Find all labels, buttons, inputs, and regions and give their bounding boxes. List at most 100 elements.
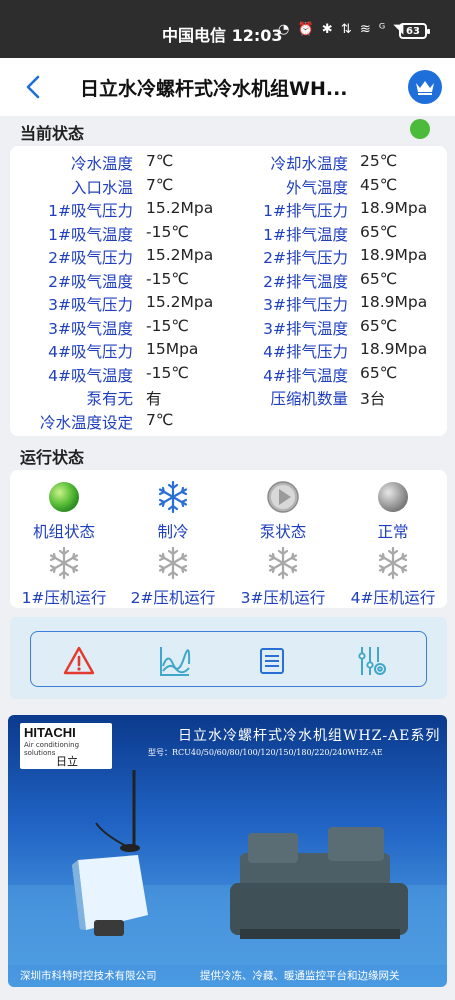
- settings-icon[interactable]: [355, 644, 389, 678]
- play-icon: [267, 481, 299, 513]
- status-row: 2#吸气压力 15.2Mpa 2#排气压力 18.9Mpa: [10, 246, 447, 270]
- banner-model: 型号：RCU40/50/60/80/100/120/150/180/220/24…: [148, 748, 383, 757]
- status-row: 4#吸气压力 15Mpa 4#排气压力 18.9Mpa: [10, 340, 447, 364]
- run-status-compressor-2: 2#压机运行: [118, 546, 228, 608]
- status-value: -15℃: [146, 222, 189, 241]
- status-label: 4#吸气温度: [48, 366, 133, 385]
- status-label: 2#排气压力: [263, 249, 348, 267]
- toolbar: [30, 631, 427, 687]
- status-label: 冷水温度设定: [39, 413, 133, 432]
- run-status-heading: 运行状态: [20, 448, 85, 467]
- status-row: 冷水温度 7℃ 冷却水温度 25℃: [10, 152, 447, 176]
- battery-icon: 63: [399, 23, 430, 39]
- status-value: -15℃: [146, 269, 189, 288]
- snowflake-icon: [158, 480, 188, 514]
- page-title: 日立水冷螺杆式冷水机组WH...: [80, 78, 348, 100]
- status-row: 泵有无有 压缩机数量 3台: [10, 387, 447, 411]
- snowflake-icon: [49, 546, 79, 580]
- crown-button[interactable]: [408, 70, 442, 104]
- run-status-label: 1#压机运行: [21, 589, 107, 607]
- status-value: 7℃: [146, 175, 174, 194]
- status-label: 冷却水温度: [270, 155, 348, 173]
- run-status-compressor-3: 3#压机运行: [228, 546, 338, 608]
- status-label: 4#排气温度: [263, 366, 348, 385]
- run-status-cooling: 制冷: [118, 480, 228, 542]
- status-value: 18.9Mpa: [360, 293, 428, 311]
- status-label: 2#排气温度: [263, 272, 348, 291]
- status-label: 压缩机数量: [270, 390, 348, 408]
- status-value: 18.9Mpa: [360, 340, 428, 358]
- status-value: 15.2Mpa: [146, 199, 214, 217]
- status-value: 65℃: [360, 222, 398, 241]
- status-label: 外气温度: [285, 178, 348, 197]
- status-icons: ◔ ⏰ ✱ ⇅ ≋ ᴳ ◥: [278, 22, 406, 37]
- app-header: 日立水冷螺杆式冷水机组WH...: [0, 58, 455, 116]
- banner-footer-right: 提供冷冻、冷藏、暖通监控平台和边缘网关: [200, 970, 400, 982]
- status-value: 18.9Mpa: [360, 199, 428, 217]
- status-time: 中国电信 12:03: [162, 26, 283, 45]
- run-status-label: 制冷: [157, 523, 189, 541]
- status-value: -15℃: [146, 316, 189, 335]
- chart-icon[interactable]: [158, 644, 192, 678]
- online-indicator-icon: [410, 119, 430, 139]
- status-label: 4#吸气压力: [48, 343, 133, 361]
- toolbar-card: [10, 617, 447, 699]
- list-icon[interactable]: [255, 644, 289, 678]
- back-icon[interactable]: [24, 74, 44, 100]
- status-label: 入口水温: [70, 178, 133, 197]
- current-status-card: 冷水温度 7℃ 冷却水温度 25℃ 入口水温 7℃ 外气温度 45℃ 1#吸气压力 15.2Mpa…: [10, 146, 447, 436]
- status-row: 4#吸气温度 -15℃ 4#排气温度 65℃: [10, 364, 447, 388]
- status-value: 25℃: [360, 152, 398, 170]
- crown-icon: [416, 81, 434, 95]
- status-label: 3#吸气压力: [48, 296, 133, 314]
- run-status-compressor-1: 1#压机运行: [9, 546, 119, 608]
- status-value: 有: [146, 390, 162, 408]
- status-label: 3#吸气温度: [48, 319, 133, 338]
- hitachi-logo: HITACHI Air conditioning solutions 日立: [20, 723, 112, 769]
- status-row: 1#吸气压力 15.2Mpa 1#排气压力 18.9Mpa: [10, 199, 447, 223]
- status-bar: 中国电信 12:03 ◔ ⏰ ✱ ⇅ ≋ ᴳ ◥ 63: [0, 0, 455, 58]
- alarm-icon[interactable]: [62, 644, 96, 678]
- status-label: 1#吸气压力: [48, 202, 133, 220]
- status-value: 3台: [360, 390, 386, 408]
- brand-cn: 日立: [56, 755, 78, 768]
- status-row: 入口水温 7℃ 外气温度 45℃: [10, 176, 447, 200]
- run-status-label: 4#压机运行: [350, 589, 436, 607]
- status-label: 冷水温度: [70, 155, 133, 173]
- status-label: 1#排气温度: [263, 225, 348, 244]
- status-row: 1#吸气温度 -15℃ 1#排气温度 65℃: [10, 223, 447, 247]
- run-status-compressor-4: 4#压机运行: [338, 546, 448, 608]
- snowflake-icon: [268, 546, 298, 580]
- status-value: 7℃: [146, 152, 174, 170]
- run-status-label: 正常: [377, 523, 409, 541]
- run-status-normal: 正常: [338, 480, 448, 542]
- run-status-label: 泵状态: [259, 523, 307, 541]
- status-label: 3#排气温度: [263, 319, 348, 338]
- run-status-pump: 泵状态: [228, 480, 338, 542]
- status-label: 泵有无: [86, 390, 133, 408]
- banner-title: 日立水冷螺杆式冷水机组WHZ-AE系列: [178, 728, 441, 744]
- status-label: 1#排气压力: [263, 202, 348, 220]
- banner-footer-left: 深圳市科特时控技术有限公司: [20, 970, 157, 982]
- status-value: 15Mpa: [146, 340, 199, 358]
- run-status-label: 3#压机运行: [240, 589, 326, 607]
- status-row: 冷水温度设定 7℃: [10, 411, 447, 435]
- run-status-label: 机组状态: [32, 523, 95, 541]
- status-label: 4#排气压力: [263, 343, 348, 361]
- product-banner[interactable]: HITACHI Air conditioning solutions 日立 日立…: [8, 715, 447, 987]
- status-value: 65℃: [360, 363, 398, 382]
- status-label: 1#吸气温度: [48, 225, 133, 244]
- status-value: -15℃: [146, 363, 189, 382]
- run-status-card: 机组状态 制冷 泵状态 正常 1#压机运行 2#压机运行 3#压机运行 4#压机…: [10, 470, 447, 608]
- current-status-heading: 当前状态: [20, 124, 85, 143]
- status-row: 2#吸气温度 -15℃ 2#排气温度 65℃: [10, 270, 447, 294]
- status-label: 3#排气压力: [263, 296, 348, 314]
- gray-ball-icon: [378, 482, 408, 512]
- status-label: 2#吸气压力: [48, 249, 133, 267]
- status-value: 18.9Mpa: [360, 246, 428, 264]
- run-status-label: 2#压机运行: [130, 589, 216, 607]
- snowflake-icon: [158, 546, 188, 580]
- status-value: 45℃: [360, 175, 398, 194]
- status-value: 7℃: [146, 410, 174, 429]
- banner-footer: 深圳市科特时控技术有限公司 提供冷冻、冷藏、暖通监控平台和边缘网关: [8, 965, 447, 987]
